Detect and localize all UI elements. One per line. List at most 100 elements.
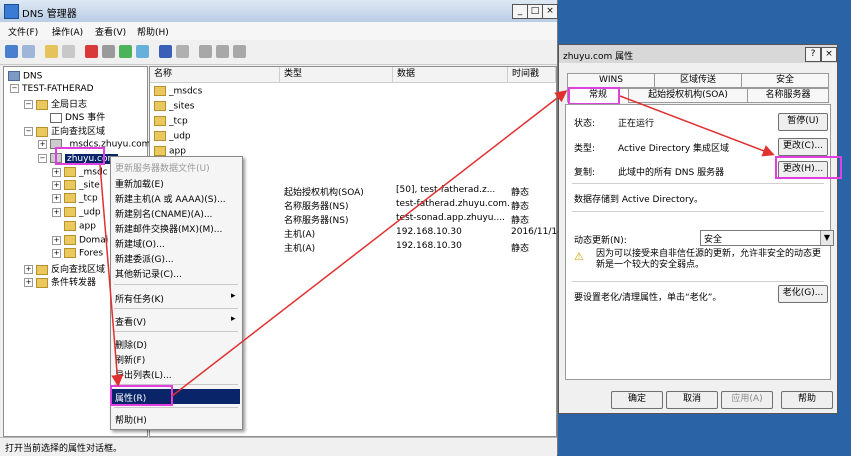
list-item[interactable]: _tcp [154, 116, 188, 127]
column-header-type[interactable]: 类型 [280, 67, 393, 83]
menu-action[interactable]: 操作(A) [52, 25, 83, 38]
menu-item-view[interactable]: 查看(V) [115, 315, 146, 328]
menu-file[interactable]: 文件(F) [8, 25, 38, 38]
back-icon[interactable] [5, 45, 18, 58]
tree-item-udp[interactable]: + _udp [52, 207, 101, 218]
tree-item-app[interactable]: app [64, 221, 96, 232]
tab-soa[interactable]: 起始授权机构(SOA) [628, 88, 748, 103]
chevron-down-icon[interactable]: ▼ [820, 231, 833, 245]
menu-item-new-mx[interactable]: 新建邮件交换器(MX)(M)... [115, 222, 222, 235]
export-icon[interactable] [136, 45, 149, 58]
folder-icon [154, 146, 166, 156]
dns-node-icon [8, 71, 20, 81]
expand-icon[interactable]: + [52, 167, 61, 177]
refresh-icon[interactable] [119, 45, 132, 58]
minimize-button[interactable]: _ [512, 4, 528, 19]
menu-item-new-delegation[interactable]: 新建委派(G)... [115, 252, 174, 265]
menu-item-new-domain[interactable]: 新建域(O)... [115, 237, 165, 250]
zone-icon[interactable] [233, 45, 246, 58]
title-bar: DNS 管理器 _ □ × [0, 0, 558, 22]
column-header-name[interactable]: 名称 [150, 67, 280, 83]
dialog-close-button[interactable]: × [821, 47, 837, 62]
tree-item-domain[interactable]: + Domai [52, 235, 108, 246]
column-header-data[interactable]: 数据 [393, 67, 508, 83]
menu-view[interactable]: 查看(V) [95, 25, 126, 38]
cancel-button[interactable]: 取消 [666, 391, 718, 409]
server-icon[interactable] [199, 45, 212, 58]
ok-button[interactable]: 确定 [611, 391, 663, 409]
records-icon[interactable] [216, 45, 229, 58]
menu-item-help[interactable]: 帮助(H) [115, 413, 147, 426]
tree-item-tcp[interactable]: + _tcp [52, 193, 98, 204]
dynamic-update-select[interactable]: 安全 ▼ [700, 230, 834, 246]
tree-item-msdc[interactable]: + _msdc [52, 167, 108, 178]
expand-icon[interactable]: + [52, 180, 61, 190]
tab-zone-transfers[interactable]: 区域传送 [654, 73, 742, 88]
dialog-help-icon[interactable]: ? [805, 47, 821, 62]
record-type[interactable]: 名称服务器(NS) [284, 199, 348, 212]
tab-name-servers[interactable]: 名称服务器 [747, 88, 829, 103]
menu-item-reload[interactable]: 重新加载(E) [115, 177, 164, 190]
folder-icon [64, 221, 76, 231]
menu-separator [114, 407, 238, 408]
storage-text: 数据存储到 Active Directory。 [574, 195, 704, 205]
expand-icon[interactable]: + [52, 235, 61, 245]
record-type[interactable]: 主机(A) [284, 227, 315, 240]
tree-item-global-logs[interactable]: − 全局日志 [24, 97, 87, 110]
menu-item-refresh[interactable]: 刷新(F) [115, 353, 145, 366]
list-item[interactable]: _udp [154, 131, 191, 142]
tree-item-forest[interactable]: + Fores [52, 248, 103, 259]
column-header-timestamp[interactable]: 时间戳 [508, 67, 556, 83]
tree-item-conditional-forwarders[interactable]: + 条件转发器 [24, 275, 96, 288]
menu-item-new-host[interactable]: 新建主机(A 或 AAAA)(S)... [115, 192, 226, 205]
tab-security[interactable]: 安全 [741, 73, 829, 88]
help-button[interactable]: 帮助 [781, 391, 833, 409]
close-button[interactable]: × [542, 4, 558, 19]
folder-icon [36, 99, 48, 110]
menu-item-new-alias[interactable]: 新建别名(CNAME)(A)... [115, 207, 212, 220]
menu-item-export-list[interactable]: 导出列表(L)... [115, 368, 172, 381]
list-item[interactable]: _sites [154, 101, 194, 112]
forward-icon[interactable] [22, 45, 35, 58]
expand-icon[interactable]: + [52, 193, 61, 203]
help-icon[interactable] [159, 45, 172, 58]
menu-item-all-tasks[interactable]: 所有任务(K) [115, 292, 164, 305]
list-item[interactable]: _msdcs [154, 86, 202, 97]
replication-value: 此域中的所有 DNS 服务器 [618, 168, 725, 178]
expand-icon[interactable]: + [24, 278, 33, 287]
record-type[interactable]: 主机(A) [284, 241, 315, 254]
menu-item-other-records[interactable]: 其他新记录(C)... [115, 267, 182, 280]
collapse-icon[interactable]: − [24, 100, 33, 109]
pause-button[interactable]: 暂停(U) [778, 113, 828, 131]
maximize-button[interactable]: □ [527, 4, 543, 19]
record-type[interactable]: 名称服务器(NS) [284, 213, 348, 226]
tree-item-site[interactable]: + _site [52, 180, 100, 191]
list-item[interactable]: app [154, 146, 186, 157]
expand-icon[interactable]: + [52, 207, 61, 217]
collapse-icon[interactable]: − [38, 153, 47, 163]
tree-item-dns-events[interactable]: DNS 事件 [50, 110, 105, 123]
tree-item-server[interactable]: − TEST-FATHERAD [10, 84, 94, 94]
menu-help[interactable]: 帮助(H) [137, 25, 169, 38]
expand-icon[interactable]: + [24, 265, 33, 274]
change-type-button[interactable]: 更改(C)... [778, 138, 828, 156]
aging-button[interactable]: 老化(G)... [778, 285, 828, 303]
collapse-icon[interactable]: − [24, 127, 33, 136]
console-icon[interactable] [176, 45, 189, 58]
up-folder-icon[interactable] [45, 45, 58, 58]
collapse-icon[interactable]: − [10, 84, 19, 93]
dynamic-update-value: 安全 [704, 235, 723, 245]
tab-wins[interactable]: WINS [567, 73, 655, 88]
expand-icon[interactable]: + [52, 248, 61, 258]
tree-item-forward-zones[interactable]: − 正向查找区域 [24, 124, 105, 137]
apply-button[interactable]: 应用(A) [721, 391, 773, 409]
delete-icon[interactable] [85, 45, 98, 58]
record-type[interactable]: 起始授权机构(SOA) [284, 185, 364, 198]
menu-item-update-data-file[interactable]: 更新服务器数据文件(U) [115, 161, 210, 174]
expand-icon[interactable]: + [38, 139, 47, 149]
properties-icon[interactable] [102, 45, 115, 58]
tree-item-dns[interactable]: DNS [8, 71, 42, 82]
menu-item-delete[interactable]: 删除(D) [115, 338, 147, 351]
tree-item-reverse-zones[interactable]: + 反向查找区域 [24, 262, 105, 275]
show-tree-icon[interactable] [62, 45, 75, 58]
